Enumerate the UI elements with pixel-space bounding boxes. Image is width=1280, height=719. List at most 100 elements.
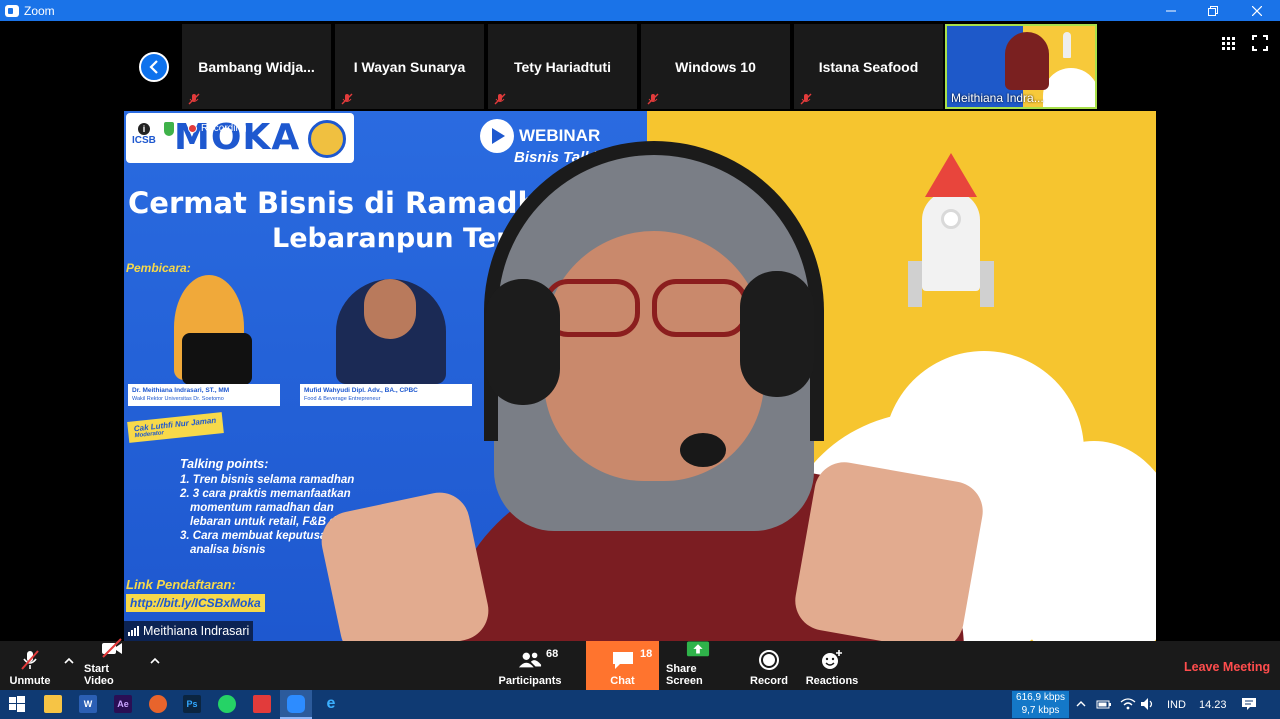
rocket-fin bbox=[980, 261, 994, 307]
wifi-icon[interactable] bbox=[1120, 697, 1136, 711]
record-icon bbox=[757, 649, 781, 671]
leave-meeting-button[interactable]: Leave Meeting bbox=[1184, 660, 1270, 674]
minimize-icon bbox=[1166, 10, 1176, 11]
close-icon bbox=[1252, 5, 1262, 16]
tray-chevron-up-icon[interactable] bbox=[1075, 698, 1087, 710]
participant-name: Istana Seafood bbox=[818, 59, 919, 75]
speaker2-card: Mufid Wahyudi Dipl. Adv., BA., CPBC Food… bbox=[300, 384, 472, 406]
edge-icon[interactable]: e bbox=[322, 695, 340, 713]
notifications-icon[interactable] bbox=[1241, 697, 1257, 711]
participant-name: Windows 10 bbox=[675, 59, 756, 75]
reactions-label: Reactions bbox=[805, 675, 859, 687]
unmute-label: Unmute bbox=[9, 675, 51, 687]
zoom-app-icon bbox=[5, 4, 19, 17]
speaker1-card: Dr. Meithiana Indrasari, ST., MM Wakil R… bbox=[128, 384, 280, 406]
connection-signal-icon bbox=[128, 626, 139, 636]
record-button[interactable]: Record bbox=[748, 641, 790, 690]
recording-indicator[interactable]: Recording bbox=[188, 123, 247, 134]
thumbnail-speaker-video bbox=[1005, 32, 1049, 90]
webinar-label: WEBINAR bbox=[519, 126, 601, 145]
participant-thumbnail[interactable]: I Wayan Sunarya bbox=[335, 24, 484, 109]
headset-earcup-left bbox=[486, 279, 560, 405]
gallery-view-icon[interactable] bbox=[1221, 35, 1237, 51]
main-speaker-video: ICSB MOKA i Recording WEBINAR Bisnis Tal… bbox=[124, 111, 1156, 641]
previous-page-button[interactable] bbox=[139, 52, 169, 82]
close-button[interactable] bbox=[1234, 0, 1280, 21]
after-effects-icon[interactable]: Ae bbox=[114, 695, 132, 713]
windows-taskbar: W Ae Ps e bbox=[0, 690, 1280, 719]
speaker-name: Meithiana Indrasari bbox=[143, 624, 250, 638]
chat-bubble-icon bbox=[611, 649, 635, 671]
participant-thumbnail[interactable]: Windows 10 bbox=[641, 24, 790, 109]
registration-link-label: Link Pendaftaran: bbox=[126, 577, 236, 592]
icsb-logo-text: ICSB bbox=[132, 135, 156, 146]
audio-options-chevron-up-icon[interactable] bbox=[63, 655, 75, 667]
registration-link: http://bit.ly/ICSBxMoka bbox=[126, 594, 265, 612]
headset-earcup-right bbox=[740, 271, 814, 397]
participant-thumbnail[interactable]: Istana Seafood bbox=[794, 24, 943, 109]
network-download-speed: 9,7 kbps bbox=[1021, 705, 1060, 716]
participant-thumbnail[interactable]: Tety Hariadtuti bbox=[488, 24, 637, 109]
input-language[interactable]: IND bbox=[1167, 699, 1186, 711]
network-speed-meter: 616,9 kbps 9,7 kbps bbox=[1012, 691, 1069, 718]
university-seal-icon bbox=[308, 120, 346, 158]
speaker1-name: Dr. Meithiana Indrasari, ST., MM bbox=[132, 387, 230, 394]
thumbnail-rocket bbox=[1063, 32, 1071, 58]
speaker-name-tag: Meithiana Indrasari bbox=[124, 621, 254, 641]
restore-button[interactable] bbox=[1190, 0, 1236, 21]
emoji-add-icon bbox=[820, 649, 844, 671]
unmute-button[interactable]: Unmute bbox=[8, 641, 52, 690]
rocket-fin bbox=[908, 261, 922, 307]
speaker1-outfit bbox=[182, 333, 252, 385]
video-off-icon bbox=[100, 637, 124, 659]
share-screen-button[interactable]: Share Screen bbox=[666, 641, 730, 690]
acrobat-icon[interactable] bbox=[253, 695, 271, 713]
presenter-right-hand bbox=[790, 457, 988, 641]
slide-logo: ICSB MOKA bbox=[126, 113, 354, 163]
rocket-illustration bbox=[922, 191, 980, 291]
battery-icon[interactable] bbox=[1096, 698, 1112, 710]
network-upload-speed: 616,9 kbps bbox=[1016, 692, 1065, 703]
minimize-button[interactable] bbox=[1148, 0, 1194, 21]
start-video-button[interactable]: Start Video bbox=[84, 638, 140, 690]
reactions-button[interactable]: Reactions bbox=[806, 641, 858, 690]
headset-microphone bbox=[680, 433, 726, 467]
talking-point: 1. Tren bisnis selama ramadhan bbox=[180, 474, 355, 486]
moderator-tag: Cak Luthfi Nur Jaman Moderator bbox=[127, 412, 224, 443]
encryption-shield-icon[interactable] bbox=[164, 122, 174, 136]
active-speaker-thumbnail[interactable]: Meithiana Indra... bbox=[945, 24, 1097, 109]
info-icon[interactable]: i bbox=[138, 123, 150, 135]
thumbnail-cloud bbox=[1043, 68, 1095, 107]
speakers-label: Pembicara: bbox=[126, 261, 191, 275]
participants-label: Participants bbox=[498, 675, 562, 687]
firefox-icon[interactable] bbox=[149, 695, 167, 713]
rocket-tip bbox=[925, 153, 977, 197]
zoom-taskbar-icon[interactable] bbox=[287, 695, 305, 713]
muted-mic-icon bbox=[800, 93, 812, 105]
share-screen-icon bbox=[686, 637, 710, 659]
participant-name: Meithiana Indra... bbox=[951, 91, 1044, 105]
fullscreen-icon[interactable] bbox=[1252, 35, 1268, 51]
participant-thumbnail[interactable]: Bambang Widja... bbox=[182, 24, 331, 109]
word-icon[interactable]: W bbox=[79, 695, 97, 713]
photoshop-icon[interactable]: Ps bbox=[183, 695, 201, 713]
video-options-chevron-up-icon[interactable] bbox=[149, 655, 161, 667]
speaker-volume-icon[interactable] bbox=[1140, 697, 1156, 711]
speaker2-name: Mufid Wahyudi Dipl. Adv., BA., CPBC bbox=[304, 387, 418, 394]
recording-dot-icon bbox=[188, 124, 197, 133]
participant-name: I Wayan Sunarya bbox=[353, 59, 466, 75]
windows-start-icon[interactable] bbox=[8, 695, 26, 713]
rocket-window bbox=[941, 209, 961, 229]
chevron-left-icon bbox=[149, 60, 158, 74]
speaker2-role: Food & Beverage Entrepreneur bbox=[304, 396, 381, 402]
whatsapp-icon[interactable] bbox=[218, 695, 236, 713]
talking-points-title: Talking points: bbox=[180, 457, 269, 471]
webinar-badge: WEBINAR bbox=[480, 119, 600, 153]
system-clock[interactable]: 14.23 bbox=[1199, 699, 1227, 711]
record-label: Record bbox=[750, 675, 788, 687]
participant-name: Bambang Widja... bbox=[198, 59, 315, 75]
share-screen-label: Share Screen bbox=[666, 663, 703, 687]
participants-icon bbox=[518, 649, 542, 671]
file-explorer-icon[interactable] bbox=[44, 695, 62, 713]
mic-off-icon bbox=[18, 649, 42, 671]
